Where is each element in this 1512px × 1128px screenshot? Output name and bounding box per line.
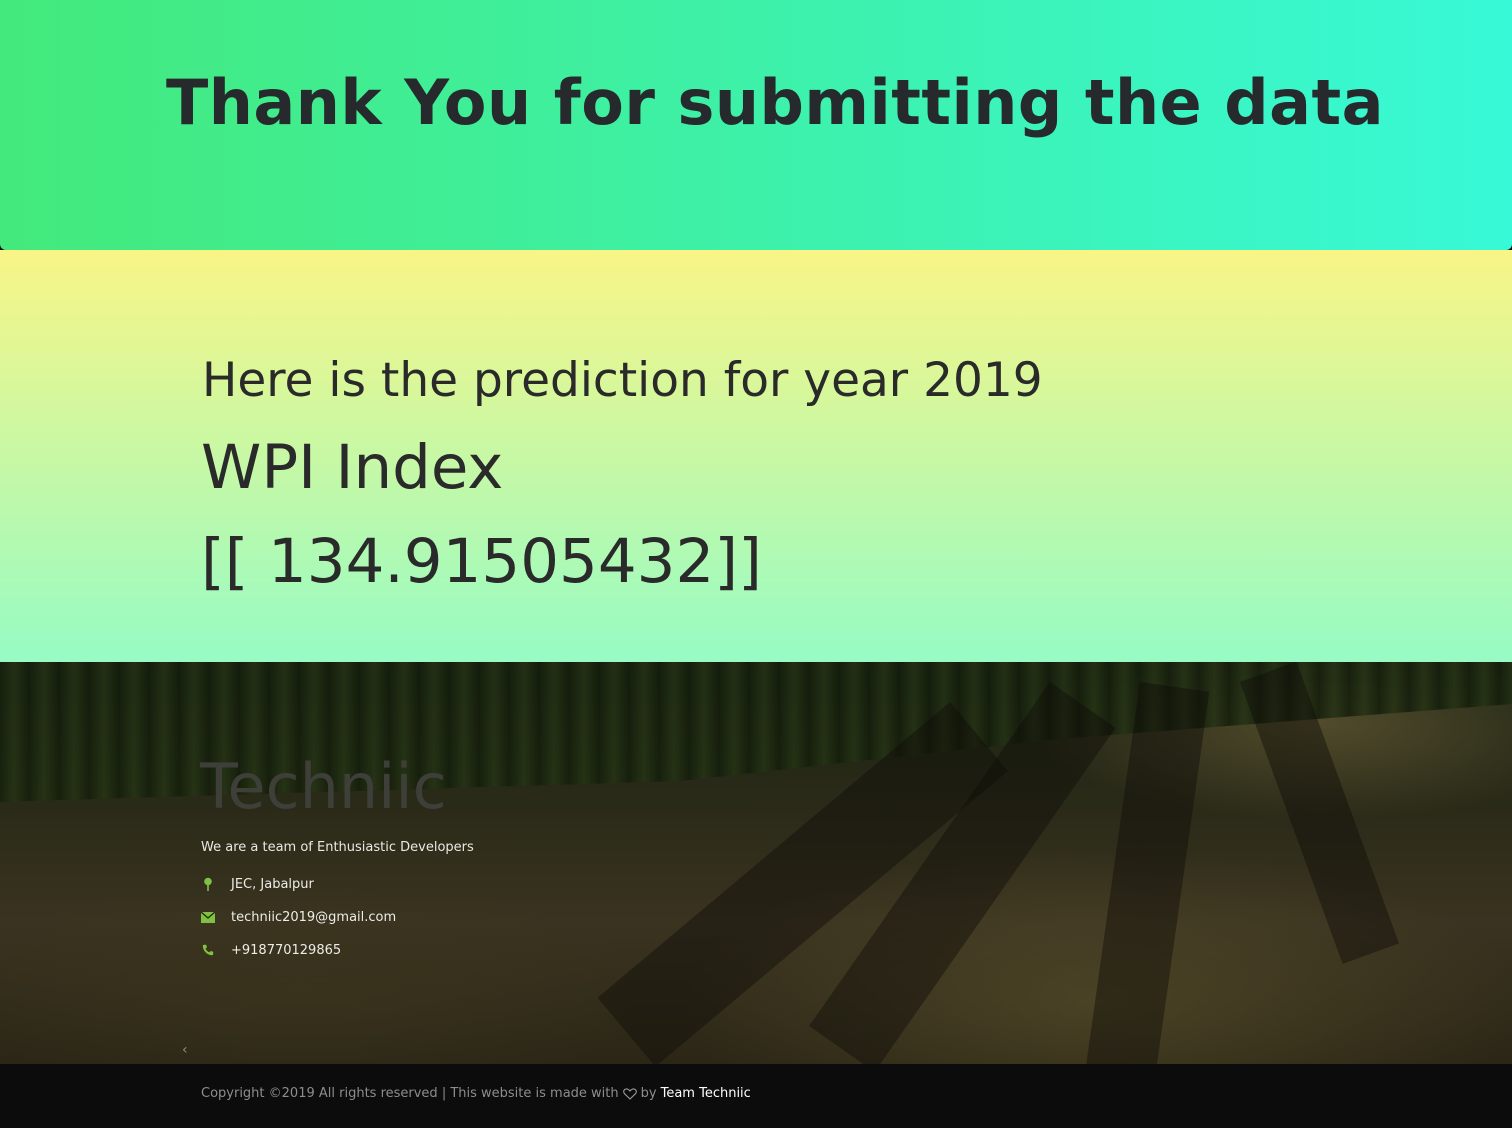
prediction-intro: Here is the prediction for year 2019 — [202, 353, 1043, 408]
contact-address: JEC, Jabalpur — [201, 874, 314, 894]
copyright-by: by — [640, 1086, 657, 1101]
thank-you-banner: Thank You for submitting the data — [0, 0, 1512, 250]
page-title: Thank You for submitting the data — [166, 66, 1384, 139]
footer-brand: Techniic — [200, 750, 447, 823]
contact-phone[interactable]: +918770129865 — [201, 940, 341, 960]
phone-icon — [201, 943, 215, 957]
footer-tagline: We are a team of Enthusiastic Developers — [201, 840, 474, 855]
copyright-text: Copyright ©2019 All rights reserved | Th… — [201, 1086, 619, 1101]
prediction-value: [[ 134.91505432]] — [201, 526, 762, 597]
prediction-label: WPI Index — [201, 432, 504, 503]
contact-email-text[interactable]: techniic2019@gmail.com — [231, 910, 396, 925]
map-pin-icon — [201, 877, 215, 891]
contact-address-text: JEC, Jabalpur — [231, 876, 314, 892]
copyright-line: Copyright ©2019 All rights reserved | Th… — [201, 1086, 751, 1101]
contact-email[interactable]: techniic2019@gmail.com — [201, 907, 396, 927]
copyright-bar: Copyright ©2019 All rights reserved | Th… — [0, 1064, 1512, 1128]
envelope-icon — [201, 910, 215, 924]
team-link[interactable]: Team Techniic — [661, 1086, 751, 1101]
heart-icon — [622, 1087, 637, 1100]
chevron-left-icon[interactable]: ‹ — [182, 1042, 188, 1058]
prediction-panel: Here is the prediction for year 2019 WPI… — [0, 250, 1512, 662]
footer-section: Techniic We are a team of Enthusiastic D… — [0, 662, 1512, 1064]
contact-phone-text[interactable]: +918770129865 — [231, 943, 341, 958]
